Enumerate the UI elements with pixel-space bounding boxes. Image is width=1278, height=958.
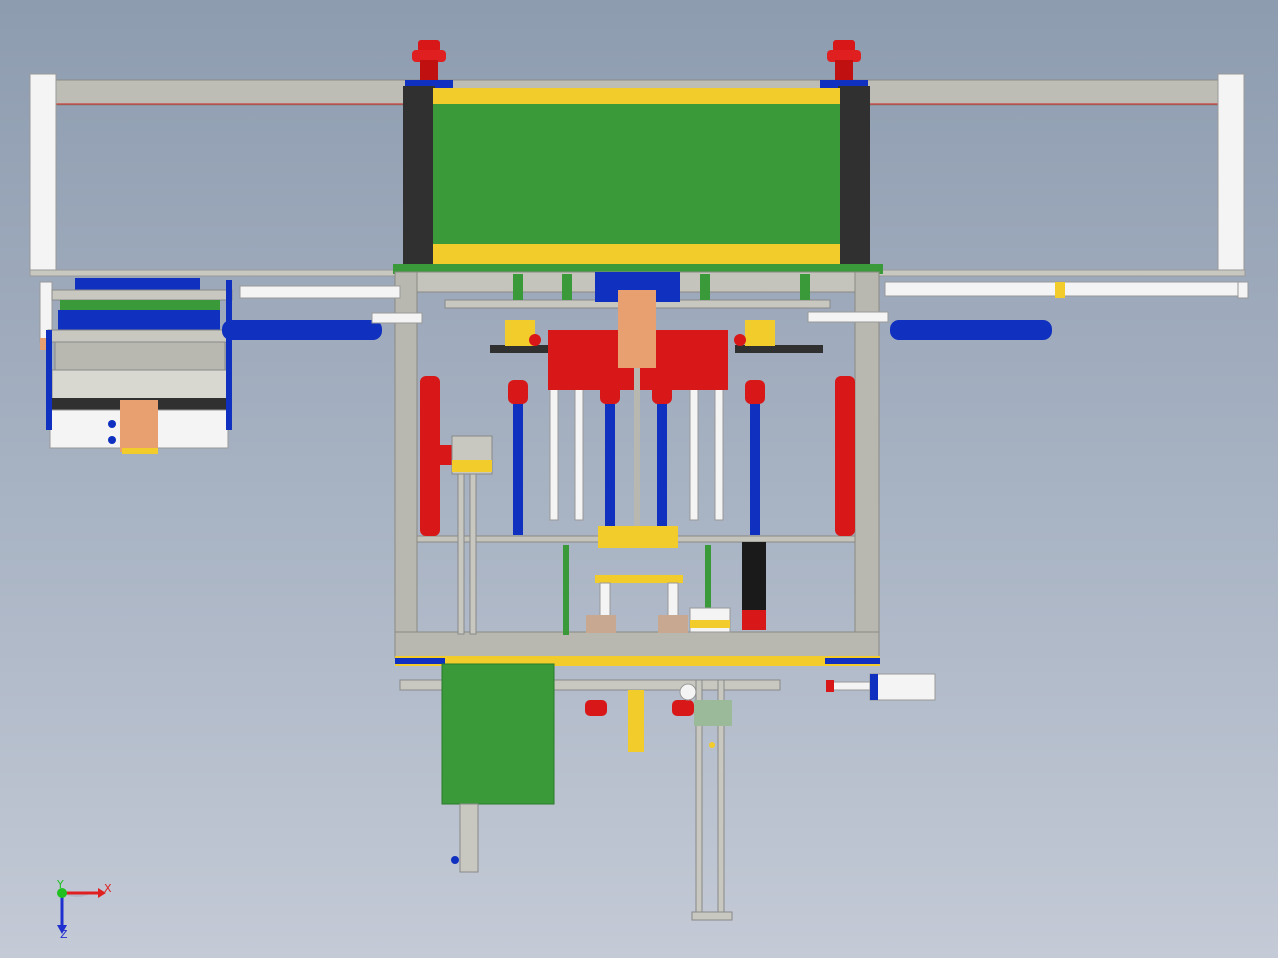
lower-green-plate: [441, 663, 555, 873]
left-red-cylinder: [420, 376, 452, 536]
top-left-red-actuator: [405, 40, 453, 88]
lower-small-cylinders: [585, 683, 697, 752]
lower-right-cylinder: [826, 673, 936, 701]
top-right-red-actuator: [820, 40, 868, 88]
right-red-cylinder: [835, 376, 855, 536]
y-axis-label: Y: [56, 878, 64, 891]
main-green-plate: [403, 86, 870, 264]
x-axis-label: X: [104, 882, 112, 895]
right-beam-endcap: [1217, 73, 1245, 275]
z-axis-label: Z: [60, 928, 68, 941]
left-valve-block: [451, 435, 493, 635]
machine-assembly-drawing: X Y Z: [29, 40, 1249, 941]
lower-right-column: [691, 679, 733, 921]
left-beam-endcap: [29, 73, 57, 275]
left-slide-assembly: [39, 278, 423, 454]
cad-viewport[interactable]: X Y Z: [0, 0, 1278, 958]
coordinate-triad: X Y Z: [56, 878, 112, 941]
